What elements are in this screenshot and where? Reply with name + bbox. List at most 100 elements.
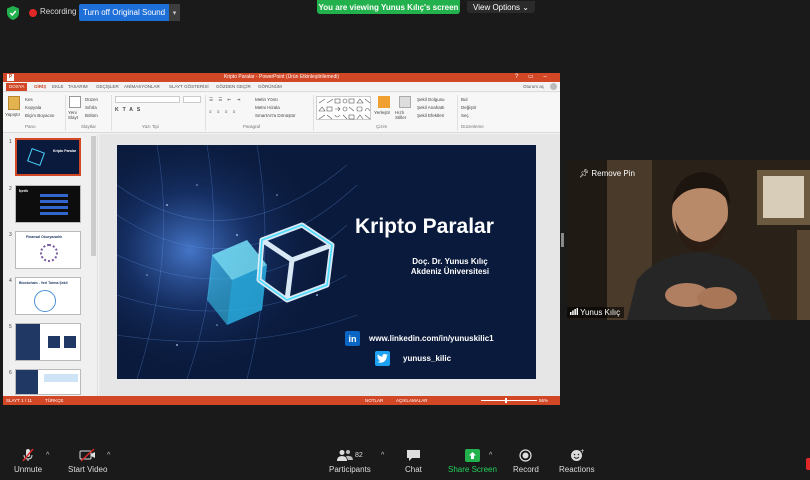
thumb-diagram — [40, 244, 58, 262]
participant-video-tile[interactable]: 📌︎ Remove Pin Yunus Kılıç — [567, 160, 810, 320]
arrange-icon[interactable] — [378, 96, 390, 108]
remove-pin-button[interactable]: 📌︎ Remove Pin — [579, 169, 635, 178]
linkedin-url[interactable]: www.linkedin.com/in/yunuskilic1 — [369, 334, 494, 343]
meeting-controls-bar: Unmute ^ Start Video ^ 82 Participants ^… — [0, 438, 810, 480]
paste-button[interactable]: Yapıştır — [5, 112, 20, 117]
chat-label: Chat — [405, 465, 422, 474]
tab-dosya[interactable]: DOSYA — [6, 83, 28, 91]
user-avatar[interactable] — [550, 83, 557, 90]
author-name: Doç. Dr. Yunus Kılıç — [412, 257, 488, 266]
participants-label: Participants — [329, 465, 371, 474]
font-style-buttons[interactable]: KTAS — [115, 107, 144, 113]
font-size-box[interactable] — [183, 96, 201, 103]
twitter-handle[interactable]: yunuss_kilic — [403, 354, 451, 363]
tab-animasyonlar[interactable]: ANİMASYONLAR — [124, 83, 160, 91]
ribbon-separator — [111, 95, 112, 131]
quick-styles-button[interactable]: Hızlı Stiller — [395, 110, 413, 120]
shared-screen-powerpoint: Kripto Paralar - PowerPoint (Ürün Etkinl… — [3, 73, 560, 405]
thumbnails-scrollbar[interactable] — [91, 136, 96, 256]
participants-count: 82 — [355, 451, 363, 459]
unmute-button[interactable]: Unmute — [14, 448, 42, 474]
tab-ekle[interactable]: EKLE — [52, 83, 64, 91]
current-slide[interactable]: Kripto Paralar Doç. Dr. Yunus Kılıç Akde… — [117, 145, 536, 379]
thumbnail-slide-5[interactable] — [15, 323, 81, 361]
zoom-level[interactable]: 56% — [539, 397, 548, 404]
turn-off-original-sound-button[interactable]: Turn off Original Sound — [79, 4, 169, 21]
copy-button[interactable]: Kopyala — [25, 105, 41, 110]
thumb-number: 1 — [9, 139, 12, 145]
twitter-icon — [375, 351, 390, 366]
record-button[interactable]: Record — [513, 448, 539, 474]
cube-graphic-icon — [27, 148, 45, 166]
font-name-box[interactable] — [115, 96, 180, 103]
thumb-block — [44, 374, 78, 382]
chat-button[interactable]: Chat — [405, 448, 422, 474]
zoom-slider-thumb[interactable] — [505, 398, 507, 403]
view-options-button[interactable]: View Options ⌄ — [467, 1, 535, 13]
slide-author[interactable]: Doç. Dr. Yunus Kılıç Akdeniz Üniversites… — [375, 257, 525, 277]
find-button[interactable]: Bul — [461, 97, 468, 102]
comments-button[interactable]: AÇIKLAMALAR — [396, 397, 428, 404]
thumbnail-slide-6[interactable] — [15, 369, 81, 395]
tab-gecisler[interactable]: GEÇİŞLER — [96, 83, 119, 91]
tab-tasarim[interactable]: TASARIM — [68, 83, 88, 91]
thumbnail-slide-4[interactable]: Blockchain - Veri Tutma Şekli — [15, 277, 81, 315]
participants-options-caret[interactable]: ^ — [381, 452, 384, 459]
reset-button[interactable]: Sıfırla — [85, 105, 97, 110]
group-slides-label: Slaytlar — [81, 124, 97, 129]
shape-fill-button[interactable]: Şekil Dolgusu — [417, 97, 445, 102]
reactions-button[interactable]: + Reactions — [559, 448, 595, 474]
reactions-label: Reactions — [559, 465, 595, 474]
share-options-caret[interactable]: ^ — [489, 452, 492, 459]
shield-icon[interactable] — [7, 6, 19, 20]
paste-icon[interactable] — [8, 96, 20, 110]
end-meeting-button-edge[interactable] — [806, 458, 810, 470]
language-indicator[interactable]: TÜRKÇE — [45, 397, 64, 404]
video-options-caret[interactable]: ^ — [107, 452, 110, 459]
select-button[interactable]: Seç — [461, 113, 469, 118]
replace-button[interactable]: Değiştir — [461, 105, 476, 110]
thumbnail-slide-1[interactable]: Kripto Paralar — [15, 138, 81, 176]
split-view-handle[interactable] — [561, 233, 564, 247]
remove-pin-label: Remove Pin — [591, 169, 635, 178]
tab-slayt-gosterisi[interactable]: SLAYT GÖSTERİSİ — [169, 83, 209, 91]
share-screen-icon — [464, 448, 480, 462]
layout-button[interactable]: Düzen — [85, 97, 98, 102]
group-editing-label: Düzenleme — [461, 124, 484, 129]
arrange-button[interactable]: Yerleştir — [374, 110, 390, 115]
thumb-number: 4 — [9, 278, 12, 284]
tab-gorunum[interactable]: GÖRÜNÜM — [258, 83, 282, 91]
slide-title[interactable]: Kripto Paralar — [355, 215, 494, 239]
thumb-number: 5 — [9, 324, 12, 330]
thumb-title: Finansal Okuryazarlık — [26, 235, 63, 239]
shapes-gallery[interactable] — [316, 96, 371, 120]
thumbnail-slide-3[interactable]: Finansal Okuryazarlık — [15, 231, 81, 269]
quick-styles-icon[interactable] — [399, 96, 411, 108]
sound-options-dropdown[interactable]: ▾ — [169, 4, 180, 21]
new-slide-icon[interactable] — [69, 96, 81, 108]
tab-giris[interactable]: GİRİŞ — [34, 83, 46, 91]
start-video-button[interactable]: Start Video — [68, 448, 107, 474]
participant-video-feed — [567, 160, 810, 320]
thumb-title: Kripto Paralar — [53, 149, 77, 153]
list-buttons[interactable]: ☰ ☰ ⇤ ⇥ — [209, 97, 242, 103]
section-button[interactable]: Bölüm — [85, 113, 98, 118]
sign-in-link[interactable]: Oturum aç — [523, 83, 544, 91]
text-direction-button[interactable]: Metin Yönü — [255, 97, 278, 102]
tab-gozden-gecir[interactable]: GÖZDEN GEÇİR — [216, 83, 251, 91]
participants-button[interactable]: 82 Participants — [329, 448, 371, 474]
zoom-slider[interactable] — [481, 400, 537, 401]
shape-outline-button[interactable]: Şekil Anahattı — [417, 105, 445, 110]
convert-smartart-button[interactable]: SmartArt'a Dönüştür — [255, 113, 296, 118]
audio-options-caret[interactable]: ^ — [46, 452, 49, 459]
shape-effects-button[interactable]: Şekil Efektleri — [417, 113, 444, 118]
align-buttons[interactable]: ≡ ≡ ≡ ≡ — [209, 109, 237, 114]
format-painter-button[interactable]: Biçim Boyacısı — [25, 113, 55, 118]
cut-button[interactable]: Kes — [25, 97, 33, 102]
record-icon — [519, 448, 532, 462]
new-slide-button[interactable]: Yeni Slayt — [68, 110, 82, 120]
muted-mic-icon — [21, 448, 35, 462]
notes-button[interactable]: NOTLAR — [365, 397, 383, 404]
thumbnail-slide-2[interactable]: İçerik — [15, 185, 81, 223]
align-text-button[interactable]: Metni Hizala — [255, 105, 280, 110]
